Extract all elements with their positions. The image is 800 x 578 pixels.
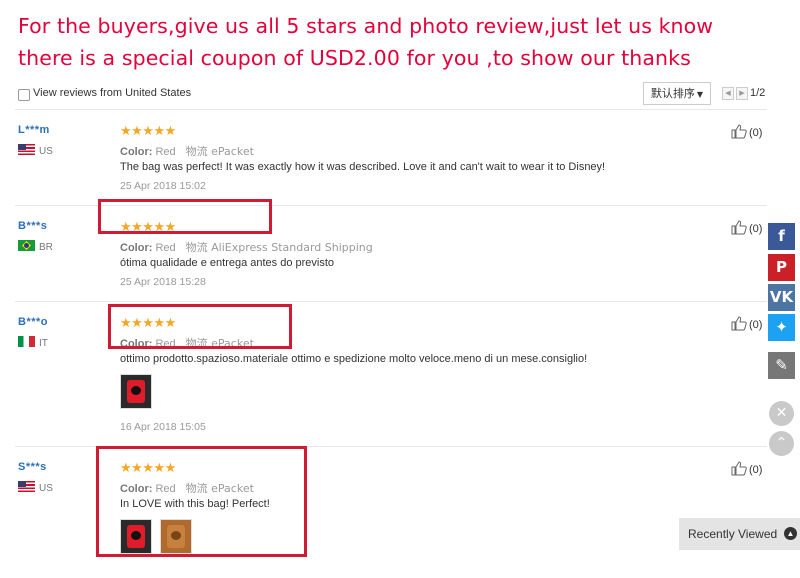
br-flag-icon xyxy=(18,240,35,251)
edit-icon: ✎ xyxy=(775,356,788,374)
vk-icon: VK xyxy=(769,288,794,306)
sort-label: 默认排序 xyxy=(650,87,695,100)
close-button[interactable]: ✕ xyxy=(769,401,794,426)
thumbs-up-icon xyxy=(731,316,747,331)
it-flag-icon xyxy=(18,336,35,347)
facebook-share-button[interactable]: f xyxy=(768,223,795,250)
us-flag-icon xyxy=(18,144,35,155)
vk-share-button[interactable]: VK xyxy=(768,284,795,311)
highlight-box xyxy=(96,446,307,557)
twitter-share-button[interactable]: ✦ xyxy=(768,314,795,341)
helpful-button[interactable]: (0) xyxy=(731,316,762,331)
recently-viewed-label: Recently Viewed xyxy=(688,527,778,541)
reviews-toolbar: View reviews from United States 默认排序 ▼ ◀ … xyxy=(15,81,767,110)
review-text: The bag was perfect! It was exactly how … xyxy=(120,161,606,173)
thumbs-up-icon xyxy=(731,461,747,476)
helpful-button[interactable]: (0) xyxy=(731,124,762,139)
pinterest-icon: P xyxy=(776,258,787,276)
filter-checkbox[interactable] xyxy=(18,89,30,101)
promo-line-1: For the buyers,give us all 5 stars and p… xyxy=(18,14,714,38)
next-page-icon[interactable]: ▶ xyxy=(736,87,748,100)
filter-label[interactable]: View reviews from United States xyxy=(33,87,191,99)
thumbs-up-icon xyxy=(731,124,747,139)
reviewer-country: IT xyxy=(18,336,48,349)
reviewer-name: B***o xyxy=(18,316,49,328)
recently-viewed-button[interactable]: Recently Viewed ▲ xyxy=(679,518,800,550)
review-text: ótima qualidade e entrega antes do previ… xyxy=(120,257,335,269)
review-date: 16 Apr 2018 15:05 xyxy=(120,421,206,433)
reviewer-name: S***s xyxy=(18,461,47,473)
twitter-icon: ✦ xyxy=(775,318,788,336)
helpful-button[interactable]: (0) xyxy=(731,461,762,476)
review-date: 25 Apr 2018 15:28 xyxy=(120,276,206,288)
reviewer-name: B***s xyxy=(18,220,48,232)
reviewer-country: US xyxy=(18,481,53,494)
helpful-button[interactable]: (0) xyxy=(731,220,762,235)
close-icon: ✕ xyxy=(775,405,788,421)
promo-banner: For the buyers,give us all 5 stars and p… xyxy=(18,10,718,74)
prev-page-icon[interactable]: ◀ xyxy=(722,87,734,100)
promo-line-2: there is a special coupon of USD2.00 for… xyxy=(18,46,691,70)
review-item: L***m US ★★★★★ Color: Red 物流 ePacket The … xyxy=(15,110,767,206)
highlight-box xyxy=(108,304,292,349)
review-date: 25 Apr 2018 15:02 xyxy=(120,180,206,192)
chevron-down-icon: ▼ xyxy=(696,90,704,99)
reviewer-country: BR xyxy=(18,240,53,253)
thumbs-up-icon xyxy=(731,220,747,235)
reviewer-country: US xyxy=(18,144,53,157)
pinterest-share-button[interactable]: P xyxy=(768,254,795,281)
reviewer-name: L***m xyxy=(18,124,50,136)
order-meta: Color: Red 物流 ePacket xyxy=(120,145,254,158)
edit-button[interactable]: ✎ xyxy=(768,352,795,379)
highlight-box xyxy=(98,199,272,234)
order-meta: Color: Red 物流 AliExpress Standard Shippin… xyxy=(120,241,373,254)
sort-dropdown[interactable]: 默认排序 ▼ xyxy=(643,82,711,105)
star-rating: ★★★★★ xyxy=(120,123,176,138)
facebook-icon: f xyxy=(778,227,785,245)
review-text: ottimo prodotto.spazioso.materiale ottim… xyxy=(120,353,588,365)
page-indicator: 1/2 xyxy=(750,87,766,99)
us-flag-icon xyxy=(18,481,35,492)
scroll-top-button[interactable]: ⌃ xyxy=(769,431,794,456)
review-photo[interactable] xyxy=(120,374,152,409)
scroll-top-icon: ⌃ xyxy=(775,435,788,451)
chevron-up-icon: ▲ xyxy=(784,527,797,540)
